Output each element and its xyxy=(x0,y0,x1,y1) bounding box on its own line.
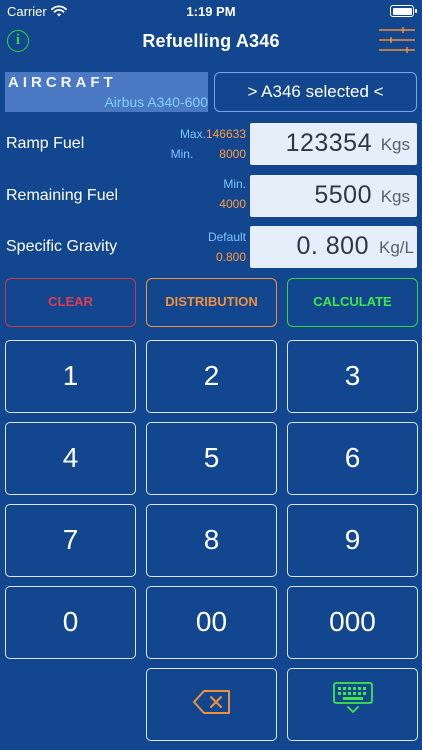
key-7[interactable]: 7 xyxy=(5,504,136,577)
key-00[interactable]: 00 xyxy=(146,586,277,659)
ramp-fuel-unit: Kgs xyxy=(380,135,410,154)
remaining-fuel-value: 5500 xyxy=(314,181,372,209)
remaining-fuel-limits: Min. 4000 xyxy=(219,176,246,212)
keyboard-dismiss-button[interactable] xyxy=(287,668,418,741)
distribution-button[interactable]: DISTRIBUTION xyxy=(146,278,277,327)
specific-gravity-defaults: Default 0.800 xyxy=(208,229,246,265)
key-4[interactable]: 4 xyxy=(5,422,136,495)
specific-gravity-field[interactable]: 0. 800 Kg/L xyxy=(250,226,417,268)
remaining-fuel-unit: Kgs xyxy=(380,187,410,206)
keyboard-dismiss-icon xyxy=(331,671,375,741)
key-6[interactable]: 6 xyxy=(287,422,418,495)
ramp-fuel-value: 123354 xyxy=(285,129,372,157)
specific-gravity-unit: Kg/L xyxy=(379,238,414,257)
aircraft-label: AIRCRAFT xyxy=(8,74,117,91)
sliders-icon[interactable] xyxy=(379,27,415,58)
ramp-fuel-limits: Max.146633 Min. 8000 xyxy=(171,126,246,162)
key-1[interactable]: 1 xyxy=(5,340,136,413)
aircraft-select-button[interactable]: > A346 selected < xyxy=(214,72,417,112)
ramp-fuel-min-label: Min. xyxy=(170,147,194,161)
ramp-fuel-max-label: Max. xyxy=(179,127,206,141)
specific-gravity-default-value: 0.800 xyxy=(215,250,246,264)
remaining-fuel-label: Remaining Fuel xyxy=(6,187,119,204)
specific-gravity-value: 0. 800 xyxy=(296,232,369,260)
ramp-fuel-label: Ramp Fuel xyxy=(6,135,85,152)
key-000[interactable]: 000 xyxy=(287,586,418,659)
backspace-button[interactable] xyxy=(146,668,277,741)
specific-gravity-label: Specific Gravity xyxy=(6,238,118,255)
ramp-fuel-max-value: 146633 xyxy=(205,127,246,141)
clear-button[interactable]: CLEAR xyxy=(5,278,136,327)
aircraft-model: Airbus A340-600 xyxy=(104,94,208,110)
status-bar: Carrier 1:19 PM xyxy=(0,0,422,22)
ramp-fuel-field[interactable]: 123354 Kgs xyxy=(250,123,417,165)
ramp-fuel-min-value: 8000 xyxy=(219,147,246,161)
key-8[interactable]: 8 xyxy=(146,504,277,577)
key-9[interactable]: 9 xyxy=(287,504,418,577)
remaining-fuel-field[interactable]: 5500 Kgs xyxy=(250,175,417,217)
remaining-fuel-min-value: 4000 xyxy=(219,197,246,211)
specific-gravity-default-label: Default xyxy=(207,230,246,244)
calculate-button[interactable]: CALCULATE xyxy=(287,278,418,327)
page-title: Refuelling A346 xyxy=(142,31,280,51)
key-3[interactable]: 3 xyxy=(287,340,418,413)
remaining-fuel-min-label: Min. xyxy=(223,177,246,191)
key-0[interactable]: 0 xyxy=(5,586,136,659)
aircraft-info: AIRCRAFT Airbus A340-600 xyxy=(5,72,208,112)
backspace-icon xyxy=(192,671,232,741)
battery-icon xyxy=(390,5,417,17)
clock: 1:19 PM xyxy=(186,4,236,19)
key-5[interactable]: 5 xyxy=(146,422,277,495)
key-2[interactable]: 2 xyxy=(146,340,277,413)
